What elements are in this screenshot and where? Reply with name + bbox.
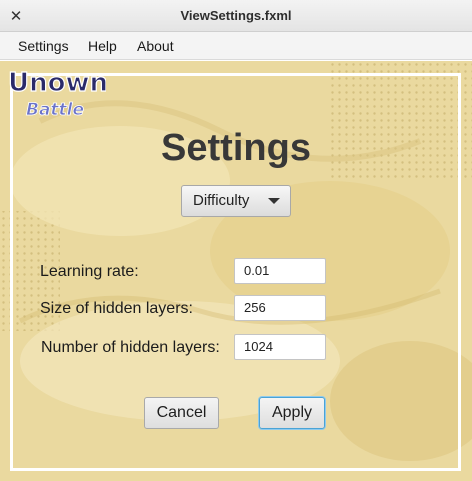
- hidden-layer-count-label: Number of hidden layers:: [41, 339, 220, 356]
- window-titlebar: ✕ ViewSettings.fxml: [0, 0, 472, 32]
- menu-help[interactable]: Help: [88, 32, 117, 60]
- menu-bar: Settings Help About: [0, 32, 472, 60]
- window-title: ViewSettings.fxml: [180, 8, 292, 23]
- apply-button[interactable]: Apply: [259, 397, 325, 429]
- learning-rate-label: Learning rate:: [40, 263, 139, 280]
- hidden-layer-size-label: Size of hidden layers:: [40, 300, 193, 317]
- svg-text:Unown: Unown: [8, 68, 106, 98]
- difficulty-dropdown[interactable]: Difficulty: [181, 185, 291, 217]
- hidden-layer-size-field[interactable]: 256: [234, 295, 326, 321]
- settings-panel: Unown Battle Settings Difficulty Learnin…: [0, 61, 472, 481]
- page-title: Settings: [161, 127, 311, 169]
- learning-rate-field[interactable]: 0.01: [234, 258, 326, 284]
- menu-about[interactable]: About: [137, 32, 174, 60]
- menu-settings[interactable]: Settings: [18, 32, 69, 60]
- hidden-layer-count-field[interactable]: 1024: [234, 334, 326, 360]
- difficulty-label: Difficulty: [193, 192, 250, 209]
- cancel-button[interactable]: Cancel: [144, 397, 219, 429]
- unown-battle-logo: Unown Battle: [7, 67, 106, 120]
- chevron-down-icon: [268, 198, 280, 204]
- svg-text:Battle: Battle: [26, 100, 84, 120]
